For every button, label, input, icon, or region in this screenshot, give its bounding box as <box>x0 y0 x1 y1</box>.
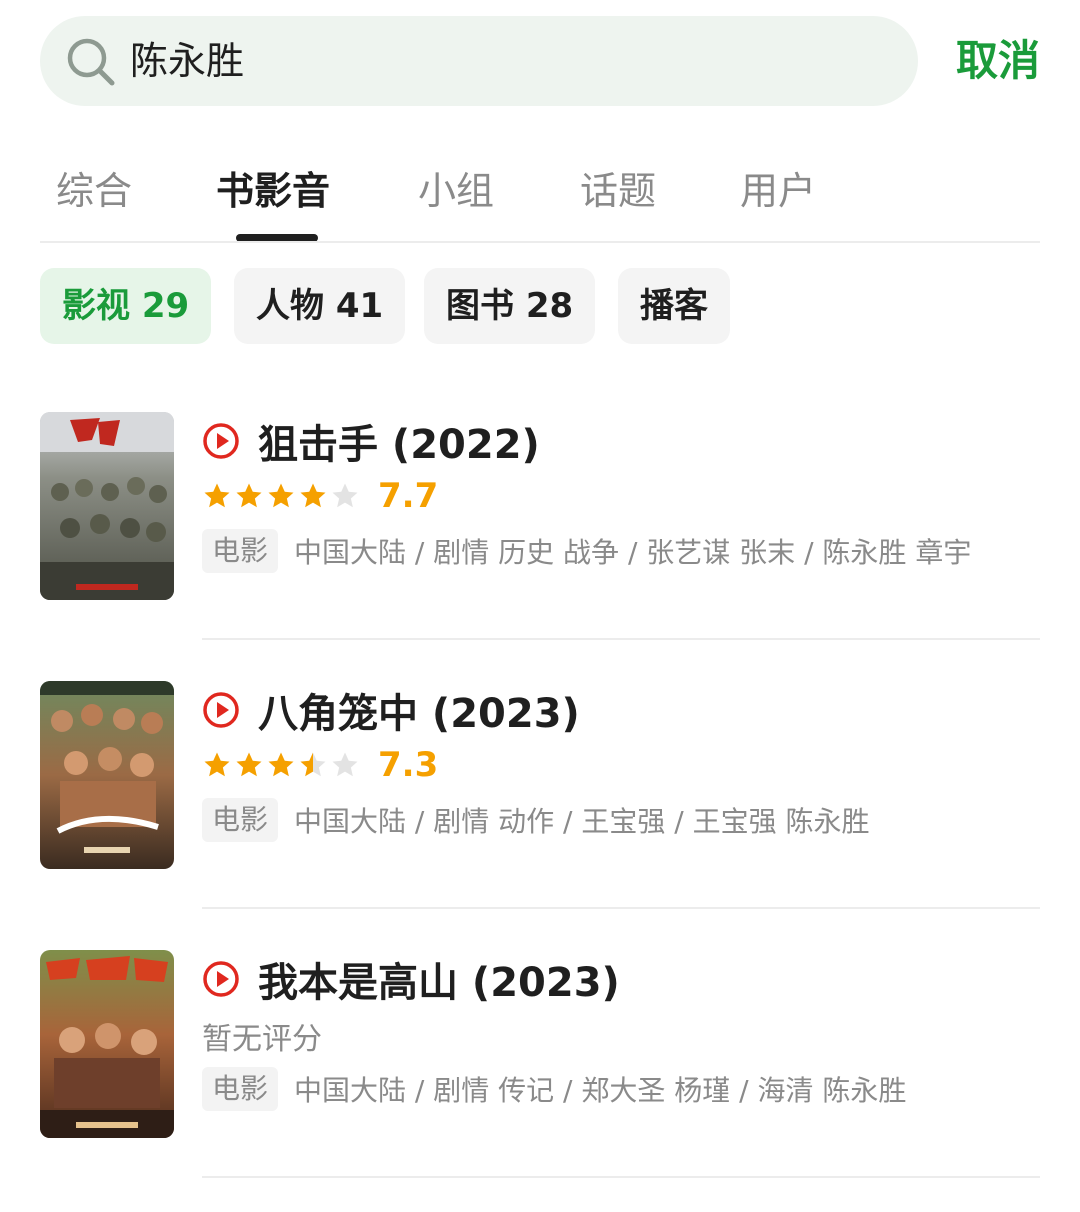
poster-image <box>40 412 174 600</box>
type-badge: 电影 <box>202 529 279 573</box>
type-badge: 电影 <box>202 1067 279 1111</box>
play-icon <box>203 692 239 728</box>
star-icon <box>332 483 358 508</box>
search-row: 取消 <box>40 16 1040 106</box>
title-row: 八角笼中 (2023) <box>202 683 580 737</box>
result-divider <box>202 1176 1040 1178</box>
tab-books-movies-music[interactable]: 书影音 <box>216 160 330 215</box>
meta-text: 中国大陆 / 剧情 传记 / 郑大圣 杨瑾 / 海清 陈永胜 <box>294 1074 907 1107</box>
half-star-icon <box>300 752 326 777</box>
rating-row: 7.3 <box>202 745 438 785</box>
result-title[interactable]: 狙击手 (2022) <box>258 412 540 470</box>
tab-groups[interactable]: 小组 <box>418 160 494 215</box>
chip-people[interactable]: 人物 41 <box>234 268 406 344</box>
type-badge: 电影 <box>202 798 279 842</box>
search-icon <box>67 38 115 86</box>
chip-movies-tv[interactable]: 影视 29 <box>40 268 212 344</box>
star-icon <box>332 752 358 777</box>
star-icon <box>268 752 294 777</box>
search-box[interactable] <box>40 16 918 106</box>
search-input[interactable] <box>130 16 890 106</box>
result-title[interactable]: 八角笼中 (2023) <box>258 681 580 739</box>
meta-row: 电影 中国大陆 / 剧情 历史 战争 / 张艺谋 张末 / 陈永胜 章宇 <box>202 528 971 574</box>
title-row: 我本是高山 (2023) <box>202 952 620 1006</box>
rating-score: 7.7 <box>378 476 439 516</box>
star-icon <box>236 752 262 777</box>
chip-books[interactable]: 图书 28 <box>424 268 596 344</box>
star-icon <box>204 483 230 508</box>
poster-image <box>40 950 174 1138</box>
meta-row: 电影 中国大陆 / 剧情 传记 / 郑大圣 杨瑾 / 海清 陈永胜 <box>202 1066 906 1112</box>
rating-score: 7.3 <box>378 745 439 785</box>
result-title[interactable]: 我本是高山 (2023) <box>258 950 620 1008</box>
result-item[interactable]: 八角笼中 (2023) 7.3 电影 中国大陆 / 剧情 动作 / 王宝强 / … <box>0 681 1080 949</box>
cancel-button[interactable]: 取消 <box>956 16 1040 106</box>
poster-image <box>40 681 174 869</box>
meta-row: 电影 中国大陆 / 剧情 动作 / 王宝强 / 王宝强 陈永胜 <box>202 797 870 843</box>
meta-text: 中国大陆 / 剧情 历史 战争 / 张艺谋 张末 / 陈永胜 章宇 <box>294 536 972 569</box>
title-row: 狙击手 (2022) <box>202 414 540 468</box>
meta-text: 中国大陆 / 剧情 动作 / 王宝强 / 王宝强 陈永胜 <box>294 805 870 838</box>
tab-all[interactable]: 综合 <box>56 160 132 215</box>
result-divider <box>202 638 1040 640</box>
chip-podcasts[interactable]: 播客 <box>618 268 730 344</box>
tabs-divider <box>40 241 1040 243</box>
star-icon <box>236 483 262 508</box>
no-rating-text: 暂无评分 <box>202 1022 322 1057</box>
result-item[interactable]: 狙击手 (2022) 7.7 电影 中国大陆 / 剧情 历史 战争 / 张艺谋 … <box>0 412 1080 680</box>
play-icon <box>203 423 239 459</box>
tab-topics[interactable]: 话题 <box>580 160 656 215</box>
star-icon <box>268 483 294 508</box>
star-rating <box>202 481 362 511</box>
category-tabs: 综合 书影音 小组 话题 用户 <box>0 150 1080 242</box>
play-icon <box>203 961 239 997</box>
star-icon <box>204 752 230 777</box>
result-divider <box>202 907 1040 909</box>
star-icon <box>300 483 326 508</box>
tab-users[interactable]: 用户 <box>740 160 816 215</box>
star-rating <box>202 750 362 780</box>
result-item[interactable]: 我本是高山 (2023) 暂无评分 电影 中国大陆 / 剧情 传记 / 郑大圣 … <box>0 950 1080 1212</box>
rating-row: 7.7 <box>202 476 438 516</box>
